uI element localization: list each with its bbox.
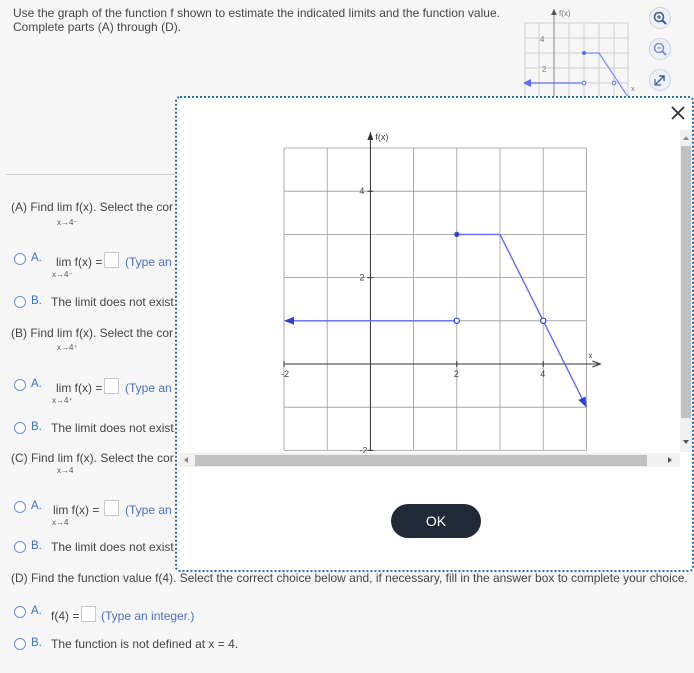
- y-tick-label: -2: [359, 445, 367, 453]
- zoom-in-icon: [653, 11, 667, 25]
- part-a-subscript: x→4⁻: [57, 218, 78, 227]
- ray-arrowhead: [284, 316, 294, 325]
- curve-arrowhead: [578, 396, 587, 408]
- thumbnail-tick-2: 2: [542, 65, 547, 74]
- expand-icon: [654, 75, 665, 86]
- x-tick-label: -2: [281, 369, 289, 379]
- scroll-left-icon[interactable]: [182, 456, 190, 464]
- y-axis-label: f(x): [375, 132, 388, 142]
- thumbnail-curve: [584, 52, 629, 97]
- part-d-choice-a-text: f(4) =: [51, 609, 80, 623]
- y-tick-label: 4: [359, 186, 364, 196]
- x-axis-label: x: [588, 351, 592, 360]
- zoom-out-icon: [653, 42, 667, 56]
- part-d-choice-a-letter: A.: [31, 605, 42, 617]
- part-a-answer-box[interactable]: [104, 252, 119, 268]
- part-b-choice-b-letter: B.: [31, 421, 42, 433]
- ok-button[interactable]: OK: [391, 504, 481, 538]
- part-b-choice-a-text: lim f(x) =: [56, 381, 103, 395]
- part-a-choice-b-radio[interactable]: [14, 296, 26, 308]
- open-point: [453, 317, 460, 324]
- part-b-question: (B) Find lim f(x). Select the cor: [11, 326, 174, 340]
- thumbnail-x-label: x: [631, 86, 635, 93]
- part-d-hint: (Type an integer.): [101, 609, 195, 623]
- thumbnail-open-point: [581, 80, 587, 86]
- part-a-choice-a-letter: A.: [31, 252, 42, 264]
- scroll-up-icon[interactable]: [682, 134, 690, 142]
- part-c-choice-b-radio[interactable]: [14, 541, 26, 553]
- part-d-choice-a-radio[interactable]: [14, 606, 26, 618]
- thumbnail-closed-point: [582, 51, 586, 55]
- part-c-choice-a-radio[interactable]: [14, 501, 26, 513]
- part-a-question: (A) Find lim f(x). Select the cor: [11, 200, 174, 214]
- close-button[interactable]: [669, 104, 687, 122]
- part-d-choice-b-letter: B.: [31, 637, 42, 649]
- close-icon: [671, 106, 685, 120]
- part-b-hint: (Type an i: [125, 381, 178, 395]
- thumbnail-graph[interactable]: f(x) 4 2 x: [520, 5, 640, 97]
- part-d-choice-b-radio[interactable]: [14, 638, 26, 650]
- part-b-choice-a-subscript: x→4⁺: [52, 396, 73, 405]
- thumbnail-y-label: f(x): [559, 9, 571, 18]
- y-tick-label: 2: [359, 273, 364, 283]
- x-tick-label: 2: [454, 369, 459, 379]
- function-graph: f(x) x -2 2 4 4 2 -2: [281, 132, 602, 453]
- part-b-choice-a-radio[interactable]: [14, 379, 26, 391]
- part-c-choice-a-letter: A.: [31, 500, 42, 512]
- part-d-question: (D) Find the function value f(4). Select…: [11, 571, 688, 585]
- part-c-answer-box[interactable]: [104, 500, 119, 516]
- part-b-subscript: x→4⁺: [57, 343, 78, 352]
- part-d-choice-b-text: The function is not defined at x = 4.: [51, 637, 239, 651]
- part-a-choice-b-letter: B.: [31, 295, 42, 307]
- vertical-scrollbar-thumb[interactable]: [681, 146, 691, 418]
- part-c-choice-b-text: The limit does not exist.: [51, 540, 178, 554]
- part-b-choice-a-letter: A.: [31, 378, 42, 390]
- expand-button[interactable]: [649, 69, 671, 91]
- part-d-answer-box[interactable]: [81, 606, 96, 622]
- part-b-choice-b-radio[interactable]: [14, 422, 26, 434]
- zoom-out-button[interactable]: [649, 38, 671, 60]
- horizontal-scrollbar-thumb[interactable]: [195, 455, 647, 466]
- part-b-choice-b-text: The limit does not exist.: [51, 421, 178, 435]
- part-c-subscript: x→4: [57, 466, 74, 475]
- scroll-right-icon[interactable]: [666, 456, 674, 464]
- divider: [6, 174, 176, 175]
- part-c-choice-a-text: lim f(x) =: [53, 503, 100, 517]
- part-a-hint: (Type an i: [125, 255, 178, 269]
- part-c-hint: (Type an i: [125, 503, 178, 517]
- open-point: [540, 317, 547, 324]
- part-b-answer-box[interactable]: [104, 378, 119, 394]
- thumbnail-open-point: [611, 80, 617, 86]
- y-axis-arrow: [367, 132, 374, 140]
- part-c-choice-b-letter: B.: [31, 540, 42, 552]
- part-a-choice-a-text: lim f(x) =: [56, 255, 103, 269]
- part-c-choice-a-subscript: x→4: [52, 518, 69, 527]
- part-a-choice-b-text: The limit does not exist.: [51, 295, 178, 309]
- closed-point: [454, 231, 460, 237]
- part-a-choice-a-radio[interactable]: [14, 253, 26, 265]
- part-c-question: (C) Find lim f(x). Select the cor: [11, 451, 174, 465]
- x-tick-label: 4: [540, 369, 545, 379]
- scroll-down-icon[interactable]: [682, 438, 690, 446]
- zoom-in-button[interactable]: [649, 7, 671, 29]
- part-a-choice-a-subscript: x→4⁻: [52, 270, 73, 279]
- thumbnail-tick-4: 4: [540, 35, 545, 44]
- instructions: Use the graph of the function f shown to…: [13, 6, 500, 34]
